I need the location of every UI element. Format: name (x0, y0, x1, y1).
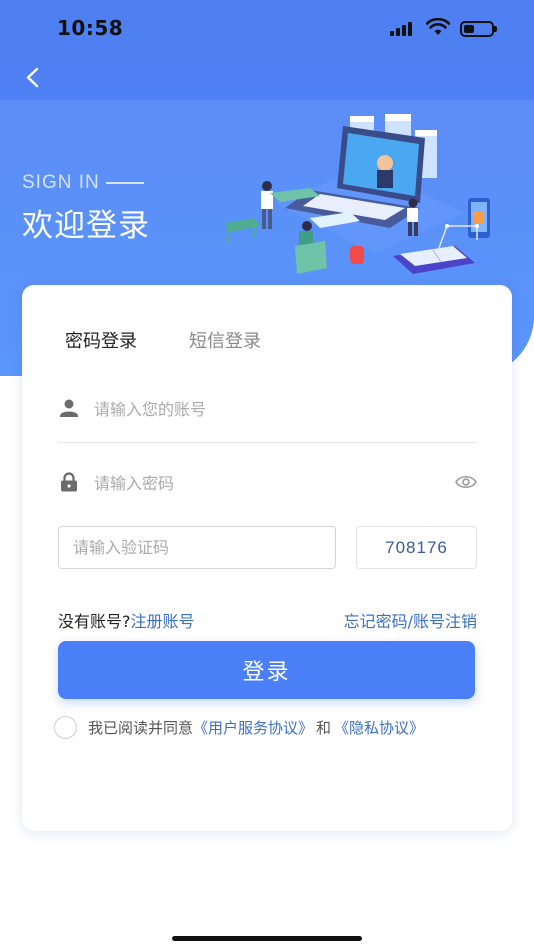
agreement-checkbox[interactable] (54, 716, 77, 739)
captcha-code-box[interactable]: 708176 (356, 526, 477, 569)
chevron-left-icon (26, 67, 39, 88)
agreement-prefix: 我已阅读并同意 (88, 719, 194, 737)
user-agreement-link[interactable]: 《用户服务协议》 (193, 719, 313, 737)
agreement-and: 和 (316, 719, 332, 737)
eye-icon[interactable] (455, 473, 477, 491)
agreement-row: 我已阅读并同意《用户服务协议》 和 《隐私协议》 (54, 715, 494, 739)
signal-icon (390, 22, 416, 36)
home-indicator (172, 936, 362, 941)
battery-fill (464, 25, 474, 33)
verification-code-input[interactable] (58, 526, 336, 569)
no-account-text: 没有账号? (58, 612, 131, 631)
privacy-policy-link[interactable]: 《隐私协议》 (334, 719, 424, 737)
register-link[interactable]: 注册账号 (131, 612, 195, 631)
wifi-icon (425, 17, 451, 36)
tab-sms-login[interactable]: 短信登录 (189, 327, 261, 353)
account-field-row (58, 383, 477, 443)
agreement-text: 我已阅读并同意《用户服务协议》 和 《隐私协议》 (88, 717, 424, 738)
account-input[interactable] (94, 391, 434, 427)
status-time: 10:58 (57, 16, 124, 40)
user-icon (60, 399, 78, 417)
battery-icon (460, 21, 497, 37)
password-field-row (58, 457, 477, 517)
sign-in-dash (105, 181, 144, 184)
tab-password-login[interactable]: 密码登录 (65, 327, 137, 353)
lock-icon (61, 472, 77, 492)
password-input[interactable] (94, 465, 434, 501)
account-links-row: 没有账号?注册账号 忘记密码/账号注销 (58, 608, 477, 632)
sign-in-label: SIGN IN (22, 172, 144, 194)
login-card: 密码登录 短信登录 708176 没有账号?注册账号 忘记密码/账号注销 登录 … (22, 285, 512, 831)
online-learning-illustration (225, 114, 490, 274)
sign-in-text: SIGN IN (22, 172, 100, 193)
welcome-title: 欢迎登录 (22, 208, 150, 244)
login-button[interactable]: 登录 (58, 641, 475, 699)
back-button[interactable] (18, 62, 48, 92)
status-bar: 10:58 (0, 0, 534, 56)
forgot-password-link[interactable]: 忘记密码/账号注销 (344, 608, 477, 632)
